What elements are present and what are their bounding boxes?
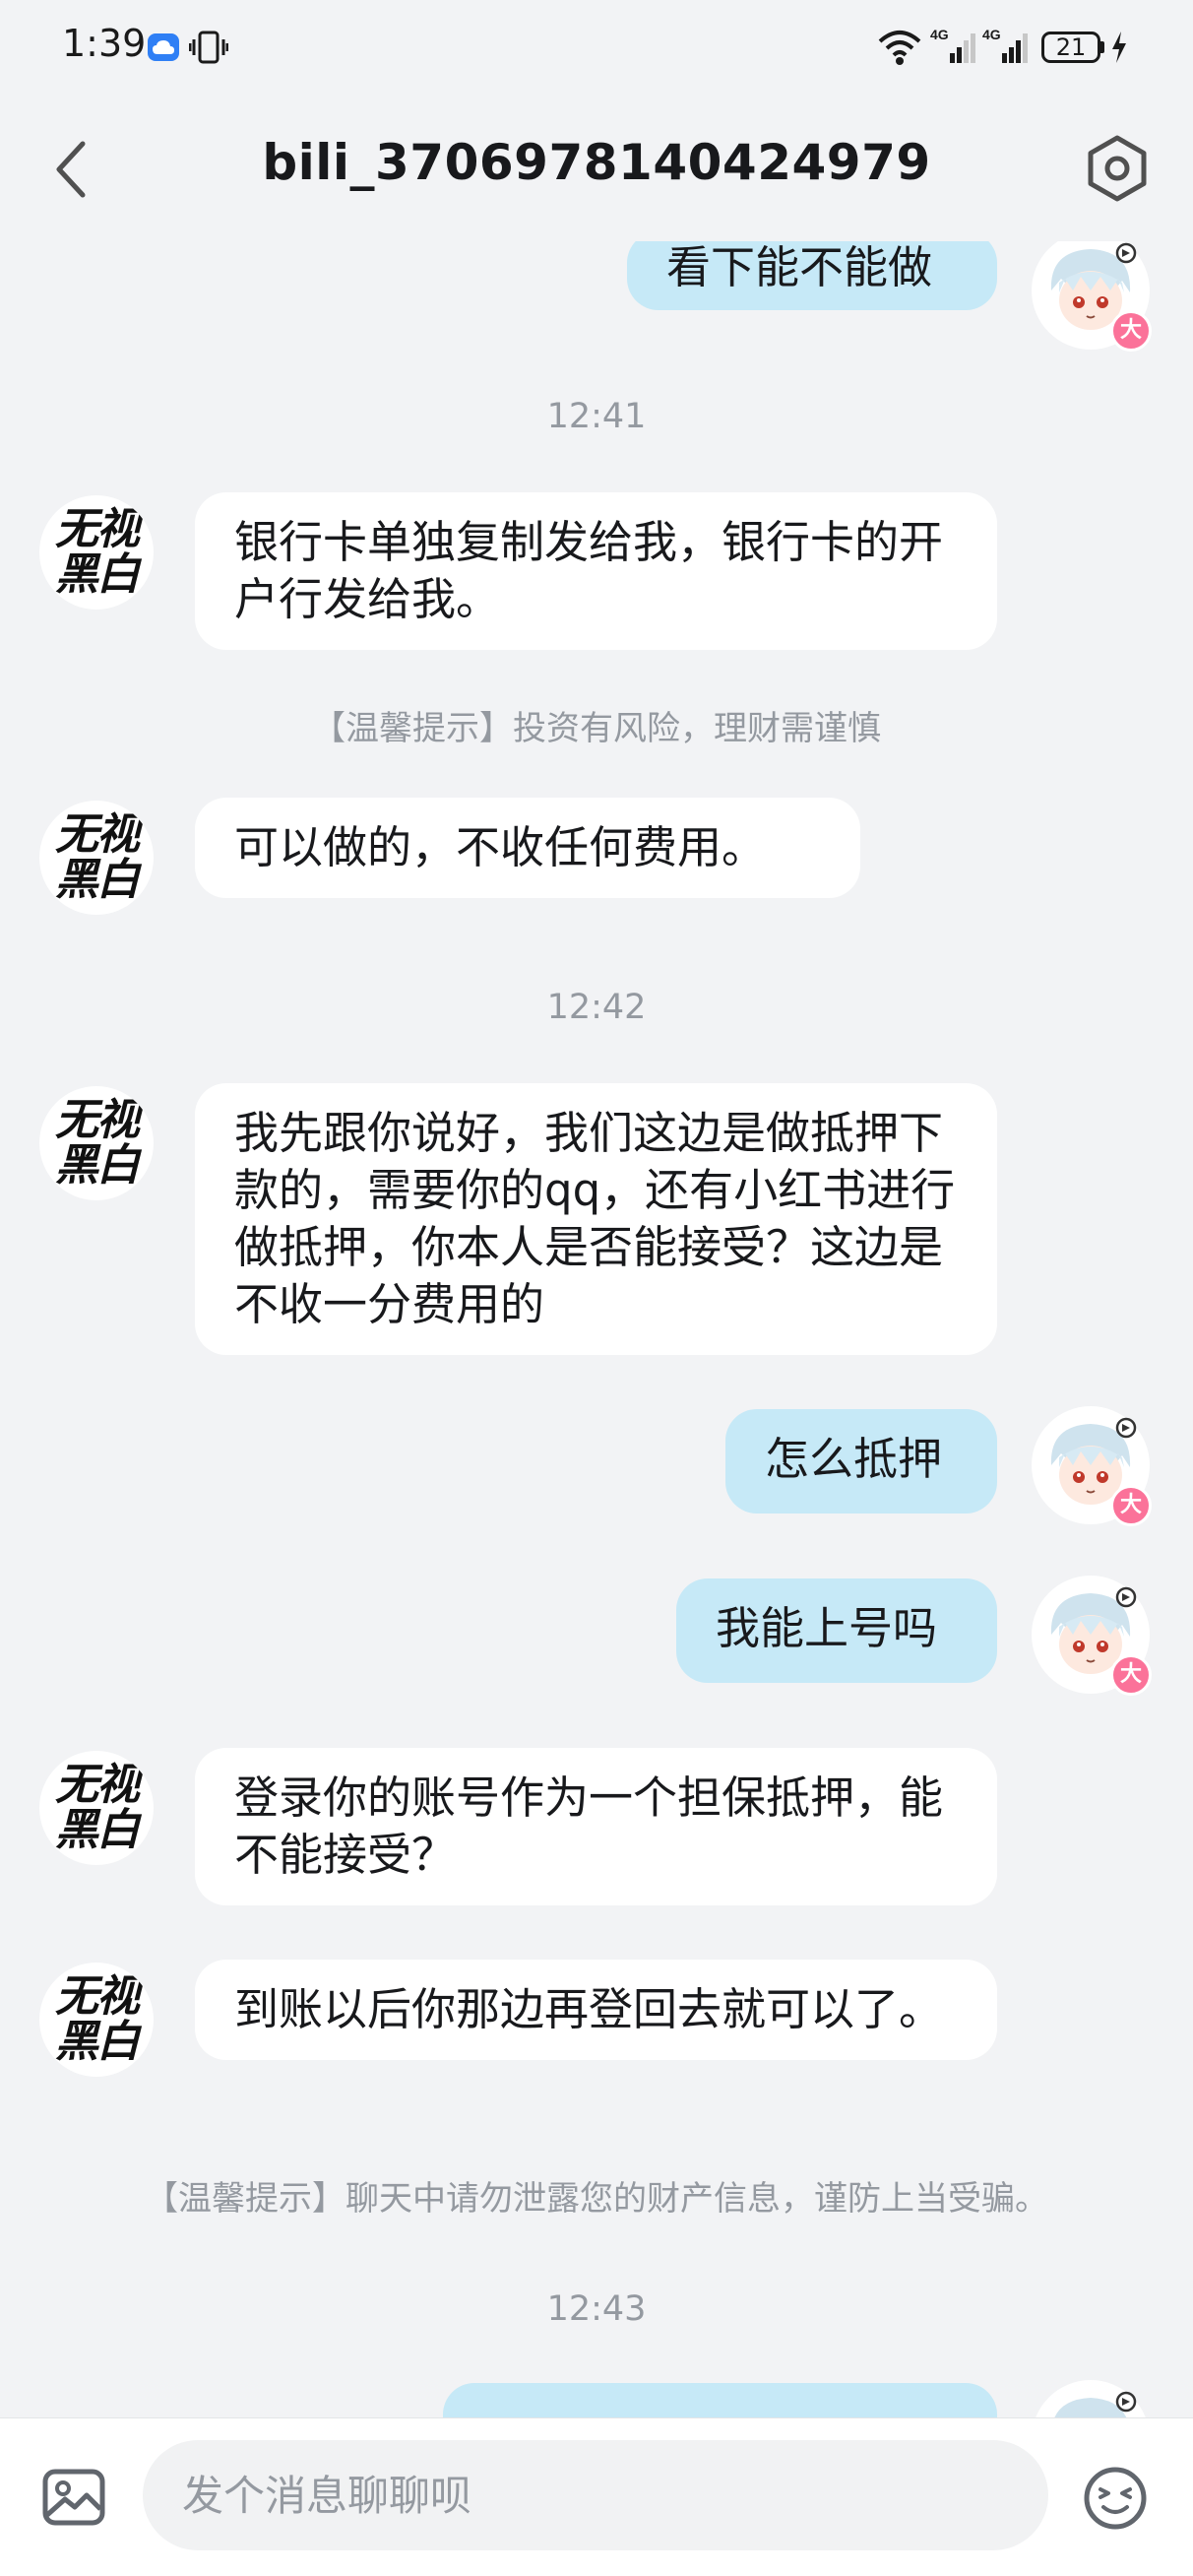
contact-avatar-logo: 无视 黑白: [45, 1974, 148, 2065]
contact-avatar[interactable]: 无视 黑白: [39, 495, 154, 610]
message-bubble-incoming[interactable]: 我先跟你说好，我们这边是做抵押下款的，需要你的qq，还有小红书进行做抵押，你本人…: [195, 1083, 997, 1355]
vibrate-icon: [188, 30, 229, 69]
avatar-logo-line1: 无视: [55, 1971, 140, 2022]
message-bubble-outgoing[interactable]: 我能上号吗: [676, 1578, 997, 1683]
message-bubble-outgoing-partial[interactable]: [443, 2383, 997, 2417]
message-text: 我能上号吗: [716, 1602, 938, 1654]
battery-icon: 21: [1041, 32, 1100, 63]
status-bar: 1:39 4G 4G 21: [0, 0, 1193, 98]
message-text: 我先跟你说好，我们这边是做抵押下款的，需要你的qq，还有小红书进行做抵押，你本人…: [234, 1107, 956, 1330]
anime-avatar-icon: [1037, 2382, 1144, 2417]
my-avatar[interactable]: 大: [1032, 1576, 1152, 1696]
message-bubble-outgoing[interactable]: 看下能不能做: [627, 241, 997, 310]
svg-text:4G: 4G: [930, 27, 949, 42]
message-bubble-incoming[interactable]: 银行卡单独复制发给我，银行卡的开户行发给我。: [195, 492, 997, 650]
message-text: 怎么抵押: [765, 1433, 943, 1485]
vip-badge: 大: [1110, 310, 1152, 352]
message-timestamp: 12:41: [546, 397, 647, 436]
settings-icon[interactable]: [1083, 134, 1152, 207]
message-timestamp: 12:43: [546, 2289, 647, 2329]
message-bubble-outgoing[interactable]: 怎么抵押: [725, 1409, 997, 1513]
contact-avatar-logo: 无视 黑白: [45, 1763, 148, 1853]
chat-title: bili_3706978140424979: [262, 134, 931, 191]
contact-avatar[interactable]: 无视 黑白: [39, 801, 154, 915]
charging-icon: [1109, 30, 1129, 69]
vip-badge: 大: [1110, 1485, 1152, 1526]
status-time: 1:39: [62, 22, 147, 65]
chat-header: bili_3706978140424979: [0, 98, 1193, 241]
my-avatar[interactable]: 大: [1032, 241, 1152, 352]
contact-avatar[interactable]: 无视 黑白: [39, 1963, 154, 2077]
message-bubble-incoming[interactable]: 到账以后你那边再登回去就可以了。: [195, 1960, 997, 2060]
contact-avatar-logo: 无视 黑白: [45, 812, 148, 903]
my-avatar[interactable]: 大: [1032, 1406, 1152, 1526]
avatar-logo-line1: 无视: [55, 504, 140, 554]
avatar-logo-line2: 黑白: [55, 2017, 140, 2067]
contact-avatar-logo: 无视 黑白: [45, 507, 148, 598]
message-input[interactable]: [143, 2440, 1048, 2550]
avatar-logo-line2: 黑白: [55, 855, 140, 905]
warm-tip: 【温馨提示】聊天中请勿泄露您的财产信息，谨防上当受骗。: [145, 2179, 1048, 2219]
back-icon[interactable]: [51, 138, 91, 205]
avatar-logo-line1: 无视: [55, 1095, 140, 1145]
svg-text:4G: 4G: [982, 27, 1001, 42]
message-text: 看下能不能做: [666, 241, 933, 293]
contact-avatar[interactable]: 无视 黑白: [39, 1086, 154, 1200]
avatar-logo-line2: 黑白: [55, 549, 140, 600]
avatar-logo-line2: 黑白: [55, 1140, 140, 1191]
message-text: 到账以后你那边再登回去就可以了。: [234, 1983, 944, 2035]
contact-avatar-logo: 无视 黑白: [45, 1098, 148, 1189]
wifi-icon: [878, 28, 921, 71]
message-text: 银行卡单独复制发给我，银行卡的开户行发给我。: [234, 516, 944, 625]
image-icon[interactable]: [41, 2468, 106, 2531]
vip-badge: 大: [1110, 1654, 1152, 1696]
avatar-logo-line1: 无视: [55, 1760, 140, 1810]
message-list[interactable]: 看下能不能做 大 12:41 无视 黑白 银行卡单独复制发给我，银行卡的开户行发…: [0, 241, 1193, 2417]
warm-tip: 【温馨提示】投资有风险，理财需谨慎: [312, 709, 881, 748]
avatar-logo-line1: 无视: [55, 809, 140, 860]
message-bubble-incoming[interactable]: 可以做的，不收任何费用。: [195, 798, 860, 898]
emoji-icon[interactable]: [1083, 2466, 1148, 2535]
message-bubble-incoming[interactable]: 登录你的账号作为一个担保抵押，能不能接受？: [195, 1748, 997, 1905]
chat-screen: 1:39 4G 4G 21 bili_3706978140424979 看下能不…: [0, 0, 1193, 2576]
my-avatar[interactable]: [1032, 2380, 1150, 2417]
composer-bar: [0, 2417, 1193, 2576]
signal-icon-sim1: 4G: [930, 26, 977, 71]
message-timestamp: 12:42: [546, 988, 647, 1027]
avatar-logo-line2: 黑白: [55, 1805, 140, 1855]
battery-cap: [1100, 41, 1104, 53]
contact-avatar[interactable]: 无视 黑白: [39, 1751, 154, 1865]
message-text: 登录你的账号作为一个担保抵押，能不能接受？: [234, 1771, 944, 1881]
cloud-icon: [148, 33, 179, 61]
message-text: 可以做的，不收任何费用。: [234, 821, 767, 873]
signal-icon-sim2: 4G: [982, 26, 1030, 71]
